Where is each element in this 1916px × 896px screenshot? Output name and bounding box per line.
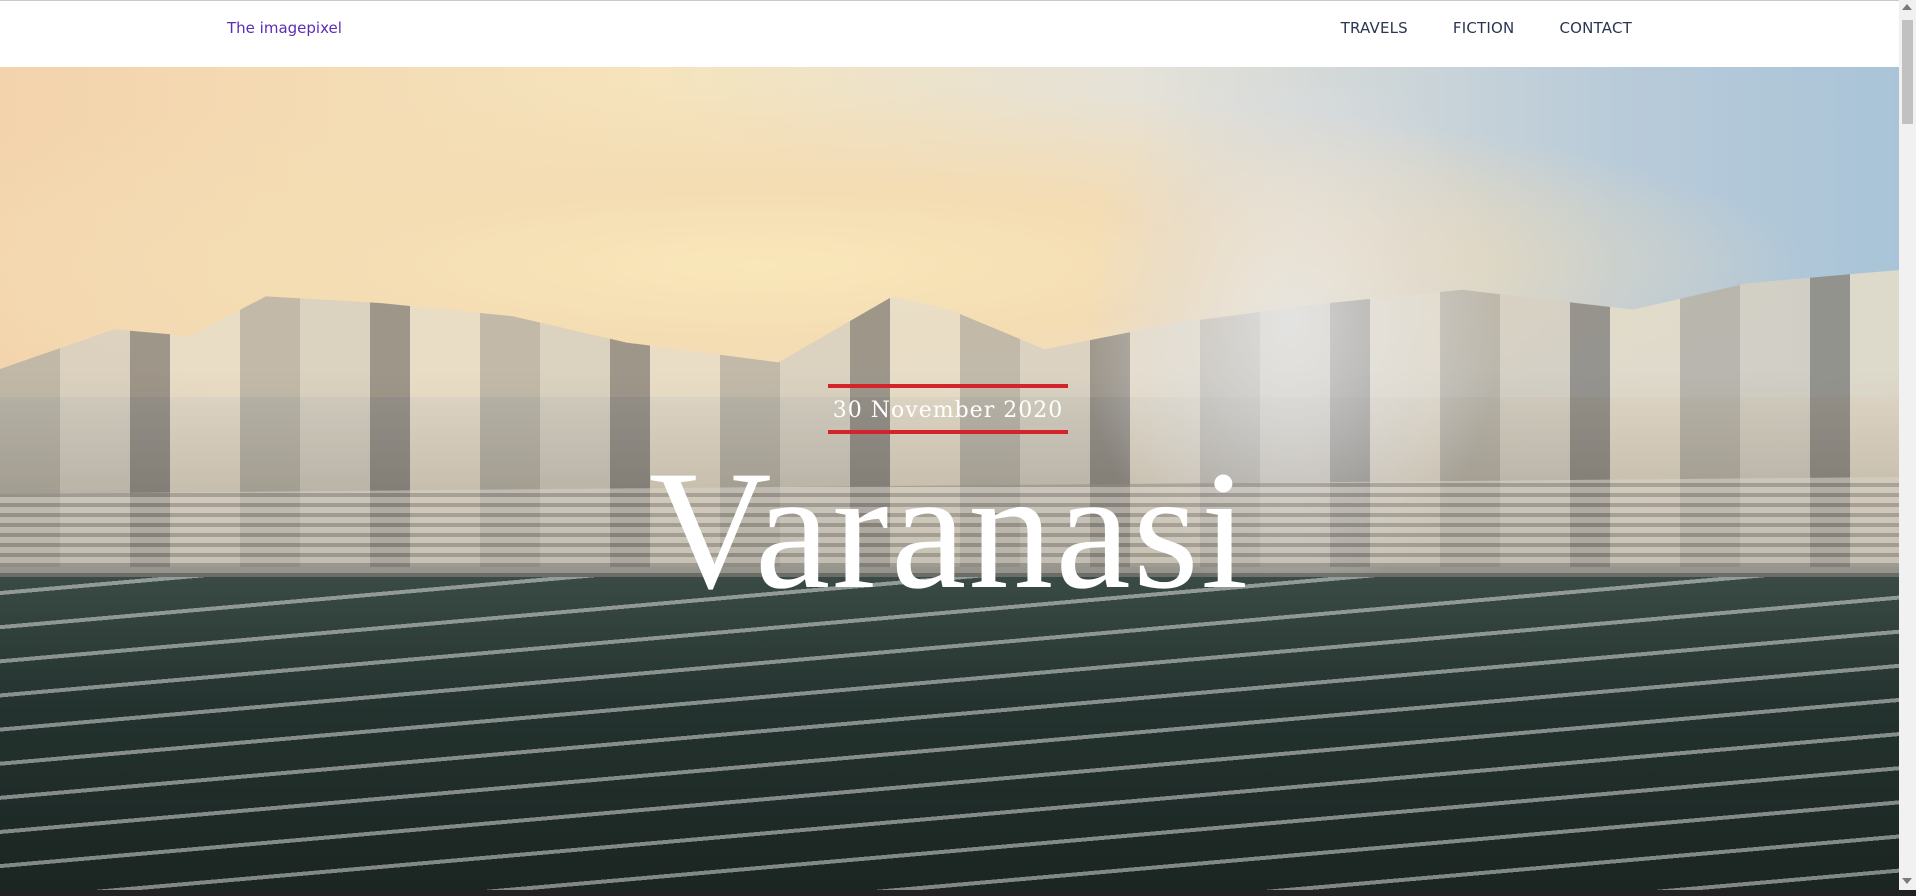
scroll-thumb[interactable] [1902,20,1913,124]
scroll-up-arrow-icon[interactable] [1902,4,1912,10]
vertical-scrollbar[interactable] [1899,0,1916,890]
site-brand-link[interactable]: The imagepixel [227,19,342,37]
site-header: The imagepixel TRAVELS FICTION CONTACT [0,1,1899,67]
nav-fiction-link[interactable]: FICTION [1453,19,1515,37]
window-bottom-edge [0,890,1916,896]
scroll-down-arrow-icon[interactable] [1902,878,1912,884]
main-menu: TRAVELS FICTION CONTACT [1341,19,1632,37]
nav-travels-link[interactable]: TRAVELS [1341,19,1408,37]
post-date: 30 November 2020 [828,384,1068,434]
post-title: Varanasi [648,436,1251,624]
nav-contact-link[interactable]: CONTACT [1559,19,1632,37]
